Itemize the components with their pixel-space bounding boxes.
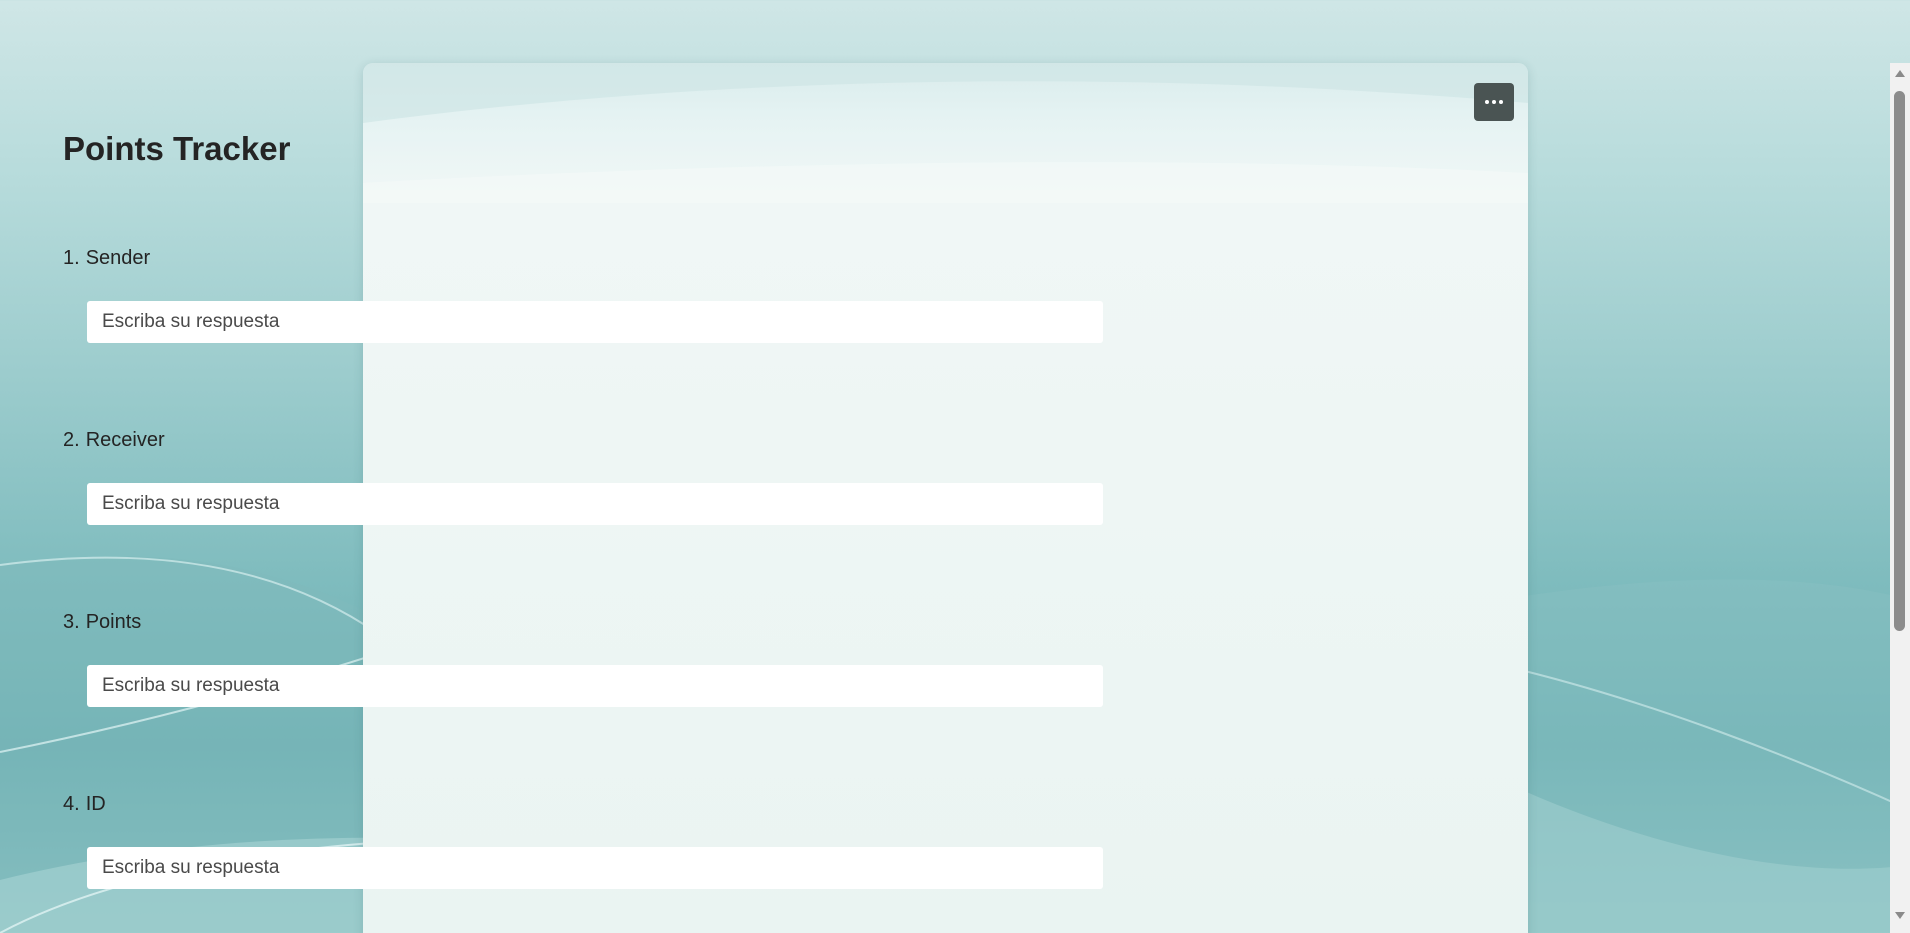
- more-options-button[interactable]: [1474, 83, 1514, 121]
- id-answer-input[interactable]: [87, 847, 1103, 889]
- scrollbar-thumb[interactable]: [1894, 91, 1905, 631]
- question-label: 2. Receiver: [63, 427, 1103, 453]
- points-answer-input[interactable]: [87, 665, 1103, 707]
- question-text: Receiver: [85, 429, 165, 451]
- question-text: Points: [85, 611, 142, 633]
- question-sender: 1. Sender: [63, 245, 1103, 343]
- sender-answer-input[interactable]: [87, 301, 1103, 343]
- more-horizontal-icon: [1485, 100, 1503, 104]
- question-label: 4. ID: [63, 791, 1103, 817]
- question-id: 4. ID: [63, 791, 1103, 889]
- question-number: 1.: [63, 247, 80, 269]
- question-number: 2.: [63, 429, 80, 451]
- question-number: 4.: [63, 793, 80, 815]
- form-title: Points Tracker: [63, 130, 291, 167]
- receiver-answer-input[interactable]: [87, 483, 1103, 525]
- question-text: Sender: [85, 247, 151, 269]
- question-points: 3. Points: [63, 609, 1103, 707]
- scroll-up-arrow-icon[interactable]: [1895, 70, 1905, 77]
- question-label: 1. Sender: [63, 245, 1103, 271]
- question-receiver: 2. Receiver: [63, 427, 1103, 525]
- question-number: 3.: [63, 611, 80, 633]
- vertical-scrollbar[interactable]: [1890, 63, 1910, 933]
- question-label: 3. Points: [63, 609, 1103, 635]
- scroll-down-arrow-icon[interactable]: [1895, 912, 1905, 919]
- question-text: ID: [85, 793, 106, 815]
- card-header-decoration: [363, 63, 1528, 203]
